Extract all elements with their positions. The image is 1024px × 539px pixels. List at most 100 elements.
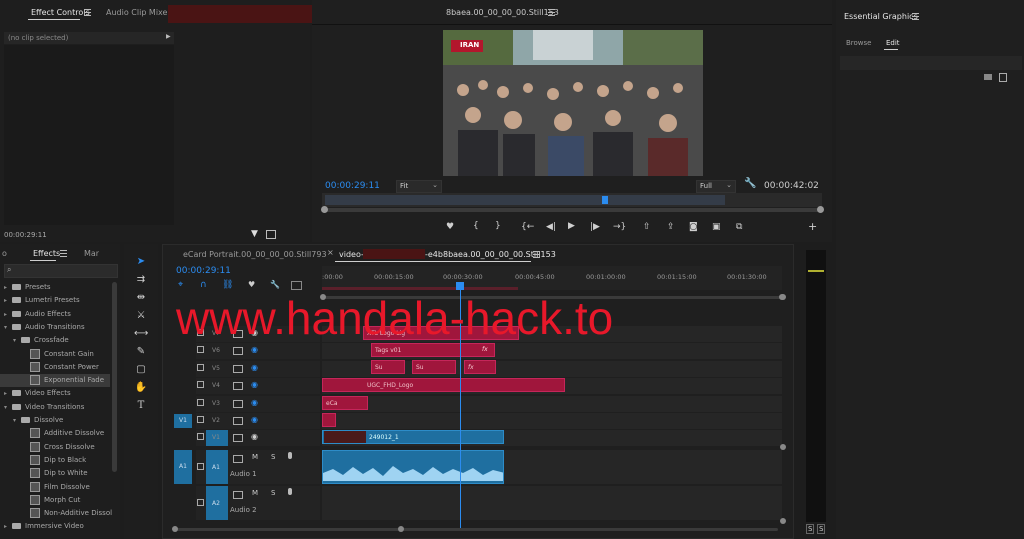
- export-icon[interactable]: [266, 230, 276, 239]
- timeline-v-scroll-top[interactable]: [780, 294, 786, 300]
- effects-tree-item[interactable]: Cross Dissolve: [0, 441, 110, 454]
- chevron-right-icon[interactable]: ▸: [4, 520, 12, 533]
- video-track-lane[interactable]: [322, 395, 782, 412]
- lock-icon[interactable]: [197, 463, 204, 470]
- clip-a1-audio[interactable]: [322, 450, 504, 484]
- effects-menu-icon[interactable]: [60, 250, 67, 257]
- chevron-right-icon[interactable]: ▸: [4, 294, 12, 307]
- effects-tree-item[interactable]: Constant Gain: [0, 348, 110, 361]
- audio-track-lane[interactable]: [322, 486, 782, 520]
- toggle-sync-icon[interactable]: [233, 347, 243, 356]
- lock-icon[interactable]: [197, 363, 204, 371]
- effects-scrollbar[interactable]: [112, 282, 117, 472]
- toggle-sync-icon[interactable]: [233, 434, 243, 443]
- lock-icon[interactable]: [197, 416, 204, 423]
- rectangle-tool-icon[interactable]: ▢: [134, 364, 148, 376]
- clip-v2[interactable]: [322, 413, 336, 427]
- fit-dropdown[interactable]: Fit ⌄: [396, 180, 442, 193]
- eye-icon[interactable]: ◉: [251, 345, 258, 354]
- timeline-tab-video-prefix[interactable]: video-: [339, 250, 364, 259]
- toggle-sync-icon[interactable]: [233, 382, 243, 391]
- bottom-scroll-handle[interactable]: [398, 526, 404, 532]
- source-patch-a1[interactable]: A1: [174, 450, 192, 484]
- effects-tree-item[interactable]: ▾ Crossfade: [0, 334, 110, 347]
- quality-dropdown[interactable]: Full ⌄: [696, 180, 736, 193]
- chevron-down-icon[interactable]: ▾: [4, 401, 12, 414]
- clip-v4-ugc-logo[interactable]: UGC_FHD_Logo: [322, 378, 565, 392]
- mute-button[interactable]: M: [252, 453, 258, 461]
- effects-tree-item[interactable]: Film Dissolve: [0, 481, 110, 494]
- vr-icon[interactable]: ⧉: [736, 222, 742, 232]
- go-to-in-icon[interactable]: {←: [521, 222, 534, 232]
- monitor-zoom-bar[interactable]: [322, 208, 822, 212]
- microphone-icon[interactable]: [288, 488, 292, 495]
- lock-icon[interactable]: [197, 433, 204, 441]
- settings-wrench-icon[interactable]: 🔧: [270, 280, 280, 289]
- clip-v3-ecard[interactable]: eCa: [322, 396, 368, 410]
- go-to-out-icon[interactable]: →}: [613, 222, 626, 232]
- zoom-handle-left[interactable]: [321, 206, 328, 213]
- effects-tree-item[interactable]: Dip to Black: [0, 454, 110, 467]
- effects-tree-item[interactable]: Exponential Fade: [0, 374, 110, 388]
- new-folder-icon[interactable]: [984, 74, 992, 80]
- chevron-down-icon[interactable]: ▾: [4, 321, 12, 334]
- step-back-icon[interactable]: ◀|: [546, 222, 556, 232]
- effects-tree-item[interactable]: ▸ Presets: [0, 281, 110, 294]
- compare-icon[interactable]: ▣: [712, 222, 721, 232]
- solo-button[interactable]: S: [271, 489, 275, 497]
- captions-icon[interactable]: [291, 281, 302, 290]
- effects-tree-item[interactable]: Dip to White: [0, 467, 110, 480]
- lock-icon[interactable]: [197, 381, 204, 389]
- mark-in-icon[interactable]: {: [473, 221, 479, 231]
- effects-tree-item[interactable]: Morph Cut: [0, 494, 110, 507]
- chevron-right-icon[interactable]: ▸: [4, 308, 12, 321]
- timeline-timecode[interactable]: 00:00:29:11: [176, 266, 231, 276]
- mute-button[interactable]: M: [252, 489, 258, 497]
- track-select-icon[interactable]: ⇉: [134, 274, 148, 286]
- marker-icon[interactable]: ♥: [446, 222, 454, 232]
- tab-edit[interactable]: Edit: [886, 39, 900, 47]
- chevron-right-icon[interactable]: ▸: [4, 387, 12, 400]
- tab-browse[interactable]: Browse: [846, 39, 872, 47]
- effects-tree-item[interactable]: ▸ Video Effects: [0, 387, 110, 400]
- ruler-playhead-head[interactable]: [456, 282, 464, 290]
- effects-search-input[interactable]: ⌕: [4, 264, 118, 278]
- meter-solo-left[interactable]: S: [806, 524, 815, 534]
- tab-effects[interactable]: Effects: [33, 249, 60, 258]
- razor-tool-icon[interactable]: ⚔: [134, 310, 148, 322]
- magnet-icon[interactable]: ∩: [200, 280, 207, 290]
- toggle-sync-icon[interactable]: [233, 399, 243, 408]
- lock-icon[interactable]: [197, 398, 204, 406]
- toggle-sync-icon[interactable]: [233, 417, 243, 425]
- linked-selection-icon[interactable]: ⛓: [222, 280, 233, 290]
- mark-out-icon[interactable]: }: [495, 221, 501, 231]
- tab-markers[interactable]: Mar: [84, 249, 99, 258]
- microphone-icon[interactable]: [288, 452, 292, 459]
- selection-tool-icon[interactable]: ➤: [134, 256, 148, 268]
- ripple-edit-icon[interactable]: ⇹: [134, 292, 148, 304]
- meter-solo-right[interactable]: S: [817, 524, 826, 534]
- effects-tree-item[interactable]: ▾ Video Transitions: [0, 401, 110, 414]
- monitor-menu-icon[interactable]: [548, 9, 555, 16]
- new-layer-icon[interactable]: [999, 73, 1007, 82]
- slip-tool-icon[interactable]: ⟷: [134, 328, 148, 340]
- filter-icon[interactable]: ▼: [251, 229, 258, 239]
- clip-v5-a[interactable]: Su: [371, 360, 405, 374]
- lock-icon[interactable]: [197, 346, 204, 354]
- add-marker-icon[interactable]: ♥: [248, 280, 255, 289]
- eye-icon[interactable]: ◉: [251, 415, 258, 424]
- clip-v5-c[interactable]: fx: [464, 360, 496, 374]
- lift-icon[interactable]: ⇧: [643, 222, 651, 232]
- lock-icon[interactable]: [197, 499, 204, 506]
- effects-tree-item[interactable]: Additive Dissolve: [0, 427, 110, 440]
- timeline-menu-icon[interactable]: [533, 251, 540, 258]
- wrench-icon[interactable]: 🔧: [744, 178, 756, 189]
- eg-menu-icon[interactable]: [912, 13, 919, 20]
- pen-tool-icon[interactable]: ✎: [134, 346, 148, 358]
- timeline-v-scroll-mid[interactable]: [780, 444, 786, 450]
- solo-button[interactable]: S: [271, 453, 275, 461]
- tab-project[interactable]: o: [2, 249, 7, 258]
- effects-tree-item[interactable]: ▾ Audio Transitions: [0, 321, 110, 334]
- timeline-tab-ecard[interactable]: eCard Portrait.00_00_00_00.Still793: [183, 250, 327, 259]
- zoom-handle-right[interactable]: [817, 206, 824, 213]
